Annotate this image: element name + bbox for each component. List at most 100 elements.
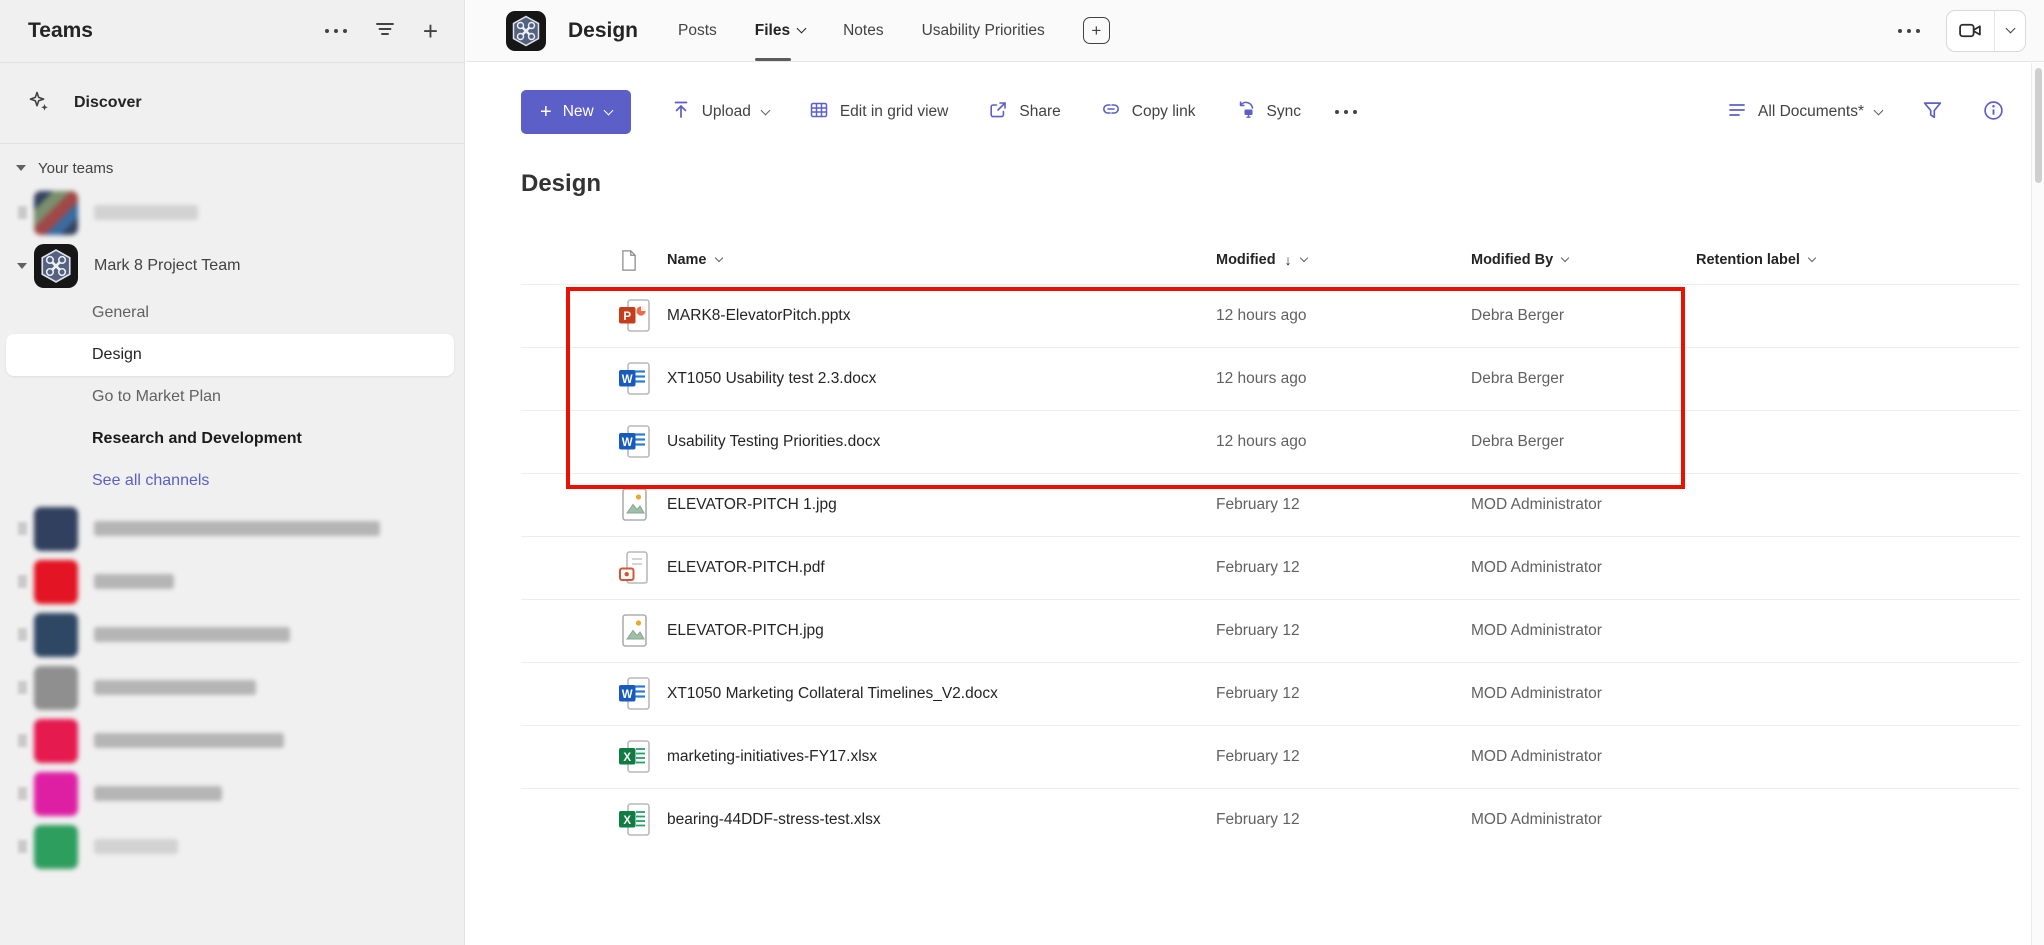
file-name[interactable]: Usability Testing Priorities.docx — [667, 433, 1216, 451]
file-row[interactable]: W Usability Testing Priorities.docx 12 h… — [521, 410, 2020, 473]
file-row[interactable]: ELEVATOR-PITCH.jpg February 12 MOD Admin… — [521, 599, 2020, 662]
file-row[interactable]: P MARK8-ElevatorPitch.pptx 12 hours ago … — [521, 284, 2020, 347]
team-row-blurred[interactable] — [0, 661, 464, 714]
mark8-team-avatar — [34, 244, 78, 288]
file-modified-by: Debra Berger — [1471, 307, 1696, 325]
copy-link-button[interactable]: Copy link — [1101, 100, 1196, 125]
file-name[interactable]: bearing-44DDF-stress-test.xlsx — [667, 811, 1216, 829]
channel-design[interactable]: Design — [6, 334, 454, 376]
team-avatar-blurred — [34, 772, 78, 816]
mark8-team-avatar — [506, 11, 546, 51]
file-name[interactable]: marketing-initiatives-FY17.xlsx — [667, 748, 1216, 766]
your-teams-label: Your teams — [38, 160, 113, 177]
file-modified-by: MOD Administrator — [1471, 685, 1696, 703]
sidebar-more-icon[interactable] — [325, 29, 347, 33]
channel-header: Design Posts Files Notes Usability Prior… — [466, 0, 2044, 62]
channel-general[interactable]: General — [6, 292, 454, 334]
edit-in-grid-view-button[interactable]: Edit in grid view — [809, 100, 949, 125]
team-avatar-blurred — [34, 825, 78, 869]
channel-main-pane: Design Posts Files Notes Usability Prior… — [466, 0, 2044, 945]
file-row[interactable]: X bearing-44DDF-stress-test.xlsx Februar… — [521, 788, 2020, 851]
toolbar-right: All Documents* — [1727, 100, 2020, 125]
blurred-caret — [18, 681, 27, 694]
team-name-blurred — [94, 205, 198, 220]
meet-split-button — [1946, 10, 2026, 52]
chevron-down-icon — [1561, 254, 1569, 262]
file-row[interactable]: ELEVATOR-PITCH.pdf February 12 MOD Admin… — [521, 536, 2020, 599]
discover-button[interactable]: Discover — [8, 79, 456, 127]
file-row[interactable]: X marketing-initiatives-FY17.xlsx Februa… — [521, 725, 2020, 788]
team-row-blurred[interactable] — [0, 502, 464, 555]
file-row[interactable]: W XT1050 Usability test 2.3.docx 12 hour… — [521, 347, 2020, 410]
file-modified-by: Debra Berger — [1471, 433, 1696, 451]
file-name[interactable]: ELEVATOR-PITCH 1.jpg — [667, 496, 1216, 514]
share-button[interactable]: Share — [988, 100, 1060, 125]
divider — [0, 62, 464, 63]
team-row-blurred[interactable] — [0, 714, 464, 767]
sync-icon — [1236, 100, 1256, 125]
channel-research-and-development[interactable]: Research and Development — [6, 418, 454, 460]
image-file-icon — [618, 614, 650, 648]
file-name[interactable]: XT1050 Usability test 2.3.docx — [667, 370, 1216, 388]
team-name-blurred — [94, 521, 380, 536]
blurred-caret — [18, 522, 27, 535]
scrollbar-thumb[interactable] — [2035, 68, 2042, 183]
new-button[interactable]: + New — [521, 90, 631, 134]
toolbar-more-icon[interactable] — [1335, 110, 1357, 114]
info-icon[interactable] — [1983, 100, 2004, 125]
tab-usability-priorities[interactable]: Usability Priorities — [922, 0, 1045, 61]
add-tab-button[interactable]: + — [1083, 17, 1110, 44]
file-type-column-icon[interactable] — [620, 250, 667, 271]
svg-text:X: X — [623, 752, 631, 764]
team-row-mark8[interactable]: Mark 8 Project Team — [0, 239, 464, 292]
blurred-caret — [18, 575, 27, 588]
library-heading: Design — [521, 170, 2020, 198]
team-name-blurred — [94, 786, 222, 801]
filter-icon[interactable] — [375, 19, 395, 43]
files-tab-content: + New Upload Edit in grid view Share — [466, 62, 2044, 851]
join-or-create-team-icon[interactable]: + — [423, 18, 438, 44]
svg-text:W: W — [622, 437, 633, 449]
team-row-blurred[interactable] — [0, 555, 464, 608]
file-name[interactable]: MARK8-ElevatorPitch.pptx — [667, 307, 1216, 325]
team-row-blurred[interactable] — [0, 820, 464, 873]
file-modified: 12 hours ago — [1216, 433, 1471, 451]
blurred-caret — [18, 206, 27, 219]
file-name[interactable]: ELEVATOR-PITCH.jpg — [667, 622, 1216, 640]
filter-funnel-icon[interactable] — [1922, 100, 1943, 125]
tab-files[interactable]: Files — [755, 0, 805, 61]
scrollbar[interactable] — [2031, 63, 2044, 945]
view-lines-icon — [1727, 100, 1747, 125]
meet-options-chevron[interactable] — [1995, 11, 2025, 51]
team-name-blurred — [94, 574, 174, 589]
file-name[interactable]: ELEVATOR-PITCH.pdf — [667, 559, 1216, 577]
team-row-blurred[interactable] — [0, 608, 464, 661]
file-name[interactable]: XT1050 Marketing Collateral Timelines_V2… — [667, 685, 1216, 703]
file-modified-by: Debra Berger — [1471, 370, 1696, 388]
team-name-blurred — [94, 733, 284, 748]
channel-more-icon[interactable] — [1898, 29, 1920, 33]
your-teams-header[interactable]: Your teams — [0, 150, 464, 186]
sparkle-icon — [28, 90, 50, 117]
team-row-blurred[interactable] — [0, 186, 464, 239]
tab-notes[interactable]: Notes — [843, 0, 884, 61]
file-row[interactable]: W XT1050 Marketing Collateral Timelines_… — [521, 662, 2020, 725]
column-header-name[interactable]: Name — [667, 252, 1216, 268]
file-modified-by: MOD Administrator — [1471, 496, 1696, 514]
column-header-modified-by[interactable]: Modified By — [1471, 252, 1696, 268]
chevron-down-icon — [1299, 254, 1307, 262]
view-selector[interactable]: All Documents* — [1727, 100, 1882, 125]
team-name: Mark 8 Project Team — [94, 257, 240, 275]
word-file-icon: W — [618, 362, 650, 396]
file-row[interactable]: ELEVATOR-PITCH 1.jpg February 12 MOD Adm… — [521, 473, 2020, 536]
team-avatar-blurred — [34, 507, 78, 551]
upload-button[interactable]: Upload — [671, 100, 769, 125]
meet-camera-button[interactable] — [1947, 11, 1995, 51]
column-header-retention-label[interactable]: Retention label — [1696, 252, 2020, 268]
sync-button[interactable]: Sync — [1236, 100, 1301, 125]
channel-go-to-market-plan[interactable]: Go to Market Plan — [6, 376, 454, 418]
see-all-channels-link[interactable]: See all channels — [6, 460, 454, 502]
tab-posts[interactable]: Posts — [678, 0, 717, 61]
team-row-blurred[interactable] — [0, 767, 464, 820]
column-header-modified[interactable]: Modified — [1216, 252, 1471, 269]
